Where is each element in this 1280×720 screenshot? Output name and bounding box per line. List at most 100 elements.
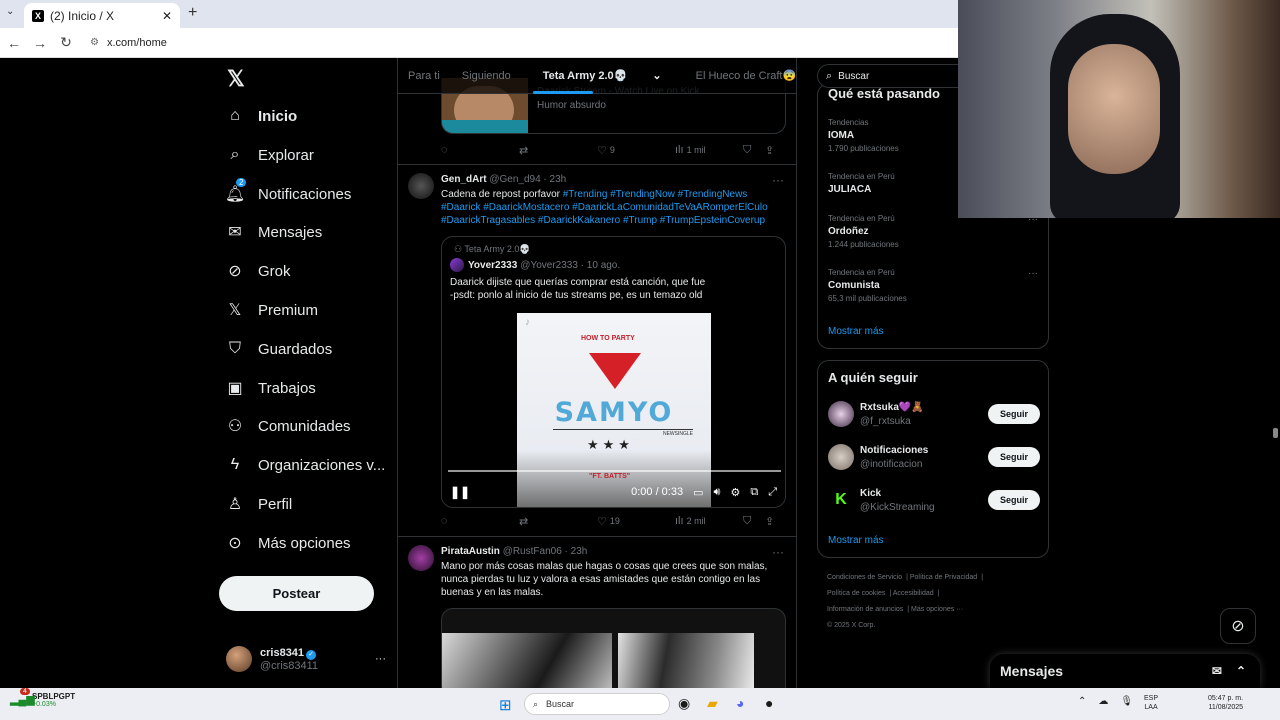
footer-link[interactable]: Más opciones ··· <box>911 606 963 613</box>
close-tab-icon[interactable]: ✕ <box>162 9 172 23</box>
pip-icon[interactable]: ⧉ <box>750 486 758 499</box>
file-explorer-icon[interactable]: ▰ <box>707 695 718 712</box>
quoted-tweet[interactable]: ⚇ Teta Army 2.0💀 Yover2333 @Yover2333 · … <box>441 236 786 508</box>
footer-link[interactable]: Condiciones de Servicio <box>827 574 902 581</box>
follow-suggestion[interactable]: K Kick @KickStreaming Seguir <box>828 485 1040 515</box>
show-more-link[interactable]: Mostrar más <box>828 535 884 546</box>
address-bar[interactable]: ⚙ x.com/home <box>90 37 167 49</box>
show-more-link[interactable]: Mostrar más <box>828 326 884 337</box>
grok-floating-button[interactable]: ⊘ <box>1220 608 1256 644</box>
stock-widget[interactable]: ▂▄▆ 4 SPBLPGPT +0.03% <box>10 688 75 708</box>
app-icon[interactable]: ● <box>765 695 773 711</box>
nav-item-organizaciones[interactable]: ϟ Organizaciones v... <box>226 450 386 480</box>
more-dots-icon[interactable]: ··· <box>772 545 784 559</box>
avatar[interactable] <box>408 545 434 571</box>
share-button[interactable]: ⇪ <box>765 515 774 528</box>
follow-button[interactable]: Seguir <box>988 447 1040 467</box>
chevron-up-icon[interactable]: ⌃ <box>1078 696 1086 707</box>
tab-teta-army[interactable]: Teta Army 2.0💀 ⌄ <box>532 69 674 94</box>
back-icon[interactable]: ← <box>2 35 26 51</box>
reply-button[interactable]: ◌ <box>441 515 519 527</box>
repost-button[interactable]: ⇄ <box>519 144 597 157</box>
reply-button[interactable]: ◌ <box>441 144 519 156</box>
footer-link[interactable]: Accesibilidad <box>893 590 934 597</box>
views-button[interactable]: ılı 1 mil <box>675 144 743 156</box>
nav-item-mas-opciones[interactable]: ⊙ Más opciones <box>226 528 350 558</box>
nav-item-premium[interactable]: 𝕏 Premium <box>226 295 318 325</box>
pause-icon[interactable]: ❚❚ <box>450 485 470 499</box>
microphone-icon[interactable]: 🎙︎ <box>1120 696 1133 707</box>
hashtags[interactable]: #Trending #TrendingNow #TrendingNews <box>563 189 748 200</box>
discord-icon[interactable]: ◕ <box>736 695 744 711</box>
cloud-icon[interactable]: ☁ <box>1098 696 1108 707</box>
windows-start-icon[interactable]: ⊞ <box>499 696 512 714</box>
nav-item-mensajes[interactable]: ✉ Mensajes <box>226 217 322 247</box>
more-dots-icon[interactable]: ··· <box>1028 268 1038 279</box>
new-tab-icon[interactable]: + <box>188 4 197 22</box>
footer-links: Condiciones de Servicio | Política de Pri… <box>827 574 984 629</box>
chevron-up-icon[interactable]: ⌃ <box>1236 664 1246 678</box>
nav-item-comunidades[interactable]: ⚇ Comunidades <box>226 411 351 441</box>
follow-suggestion[interactable]: Notificaciones @inotificacion Seguir <box>828 442 1040 472</box>
nav-item-explorar[interactable]: ⌕ Explorar <box>226 140 314 170</box>
like-button[interactable]: ♡ 19 <box>597 515 675 528</box>
video-text-newsingle: NEWSINGLE <box>553 429 693 437</box>
nav-item-guardados[interactable]: ⛉ Guardados <box>226 334 332 364</box>
volume-icon[interactable]: 🔊︎ <box>714 486 721 499</box>
bookmark-button[interactable]: ⛉ <box>743 144 765 157</box>
avatar[interactable] <box>408 173 434 199</box>
chrome-icon[interactable]: ◉ <box>678 695 690 712</box>
hashtags[interactable]: #DaarickTragasables #DaarickKakanero #Tr… <box>441 215 765 226</box>
like-button[interactable]: ♡ 9 <box>597 144 675 157</box>
more-dots-icon[interactable]: ··· <box>375 653 386 665</box>
bookmark-button[interactable]: ⛉ <box>743 515 765 528</box>
quote-author[interactable]: Yover2333 <box>468 260 517 271</box>
x-logo-icon[interactable]: 𝕏 <box>227 66 245 92</box>
footer-link[interactable]: Información de anuncios <box>827 606 903 613</box>
video-text-howto: HOW TO PARTY <box>581 335 635 342</box>
footer-link[interactable]: Política de cookies <box>827 590 885 597</box>
browser-tab[interactable]: X (2) Inicio / X ✕ <box>24 3 180 28</box>
trend-item[interactable]: Tendencia en Perú Ordoñez 1.244 publicac… <box>828 214 1038 249</box>
footer-link[interactable]: Política de Privacidad <box>910 574 977 581</box>
nav-item-perfil[interactable]: ♙ Perfil <box>226 489 292 519</box>
new-message-icon[interactable]: ✉ <box>1212 664 1222 678</box>
repost-button[interactable]: ⇄ <box>519 515 597 528</box>
share-button[interactable]: ⇪ <box>765 144 774 157</box>
follow-button[interactable]: Seguir <box>988 490 1040 510</box>
clock[interactable]: 05:47 p. m. 11/08/2025 <box>1208 694 1243 712</box>
post-button[interactable]: Postear <box>219 576 374 611</box>
scrollbar[interactable] <box>1273 428 1278 438</box>
views-button[interactable]: ılı 2 mil <box>675 515 743 527</box>
taskbar-search[interactable]: ⌕ Buscar <box>524 693 670 715</box>
fullscreen-icon[interactable]: ⤢ <box>768 486 777 499</box>
nav-item-inicio[interactable]: ⌂ Inicio <box>226 101 297 131</box>
forward-icon[interactable]: → <box>28 35 52 51</box>
site-info-icon[interactable]: ⚙ <box>90 37 99 48</box>
tweet-image[interactable] <box>441 608 786 688</box>
account-switcher[interactable]: cris8341 ✓ @cris83411 ··· <box>226 643 386 675</box>
tab-hueco-de-craft[interactable]: El Hueco de Craft😨 <box>696 69 796 82</box>
hashtags[interactable]: #Daarick #DaarickMostacero #DaarickLaCom… <box>441 202 768 213</box>
follow-suggestion[interactable]: Rxtsuka💜🧸 @f_rxtsuka Seguir <box>828 399 1040 429</box>
settings-icon[interactable]: ⚙ <box>730 486 740 499</box>
tab-para-ti[interactable]: Para ti <box>408 70 440 82</box>
language-indicator[interactable]: ESP LAA <box>1144 694 1158 712</box>
captions-icon[interactable]: ▭ <box>693 486 703 499</box>
video-progress-bar[interactable] <box>448 470 781 472</box>
video-player[interactable]: ♪ HOW TO PARTY SAMYO NEWSINGLE ★★★ "FT. … <box>442 313 785 507</box>
tab-list-icon[interactable]: ⌄ <box>6 6 14 17</box>
trend-item[interactable]: Tendencia en Perú Comunista 65,3 mil pub… <box>828 268 1038 303</box>
nav-item-grok[interactable]: ⊘ Grok <box>226 256 290 286</box>
reload-icon[interactable]: ↻ <box>54 34 78 51</box>
more-dots-icon[interactable]: ··· <box>772 173 784 187</box>
lang-line: ESP <box>1144 695 1159 702</box>
tweet-author[interactable]: PirataAustin <box>441 546 500 557</box>
tab-siguiendo[interactable]: Siguiendo <box>462 70 511 82</box>
envelope-icon: ✉ <box>228 224 242 241</box>
nav-item-trabajos[interactable]: ▣ Trabajos <box>226 373 315 403</box>
tweet-author[interactable]: Gen_dArt <box>441 174 487 185</box>
messages-drawer[interactable]: Mensajes ✉ ⌃ <box>990 654 1260 688</box>
nav-item-notificaciones[interactable]: 🔔︎ 2 Notificaciones <box>225 178 351 209</box>
follow-button[interactable]: Seguir <box>988 404 1040 424</box>
